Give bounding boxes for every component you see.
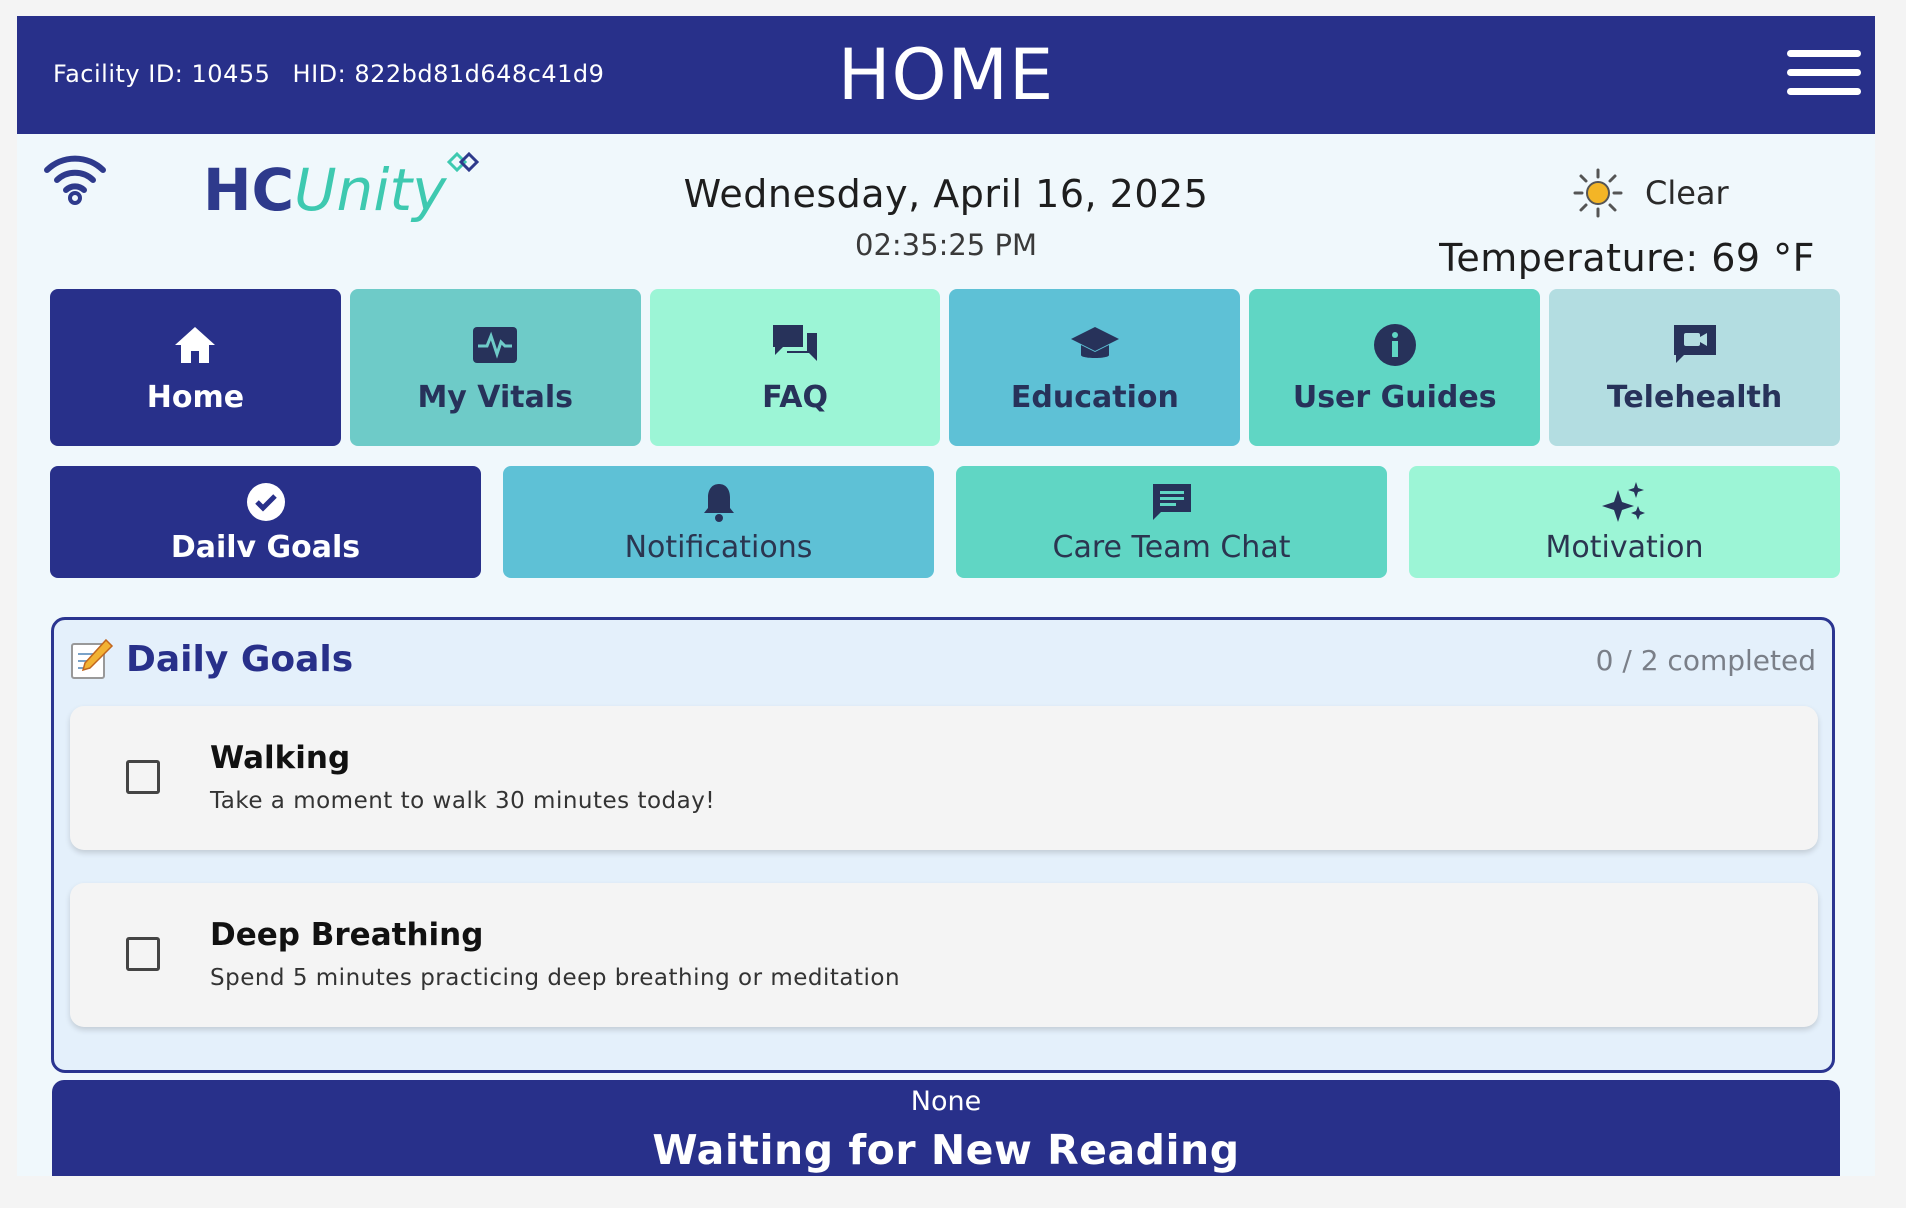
telehealth-icon	[1673, 325, 1716, 363]
goal-title: Deep Breathing	[210, 917, 484, 953]
goal-description: Spend 5 minutes practicing deep breathin…	[210, 965, 901, 991]
goal-card: Deep Breathing Spend 5 minutes practicin…	[70, 883, 1818, 1027]
info-icon	[1373, 324, 1416, 366]
nav-user-guides[interactable]: User Guides	[1249, 289, 1541, 446]
nav-user-guides-label: User Guides	[1292, 380, 1497, 415]
goal-card: Walking Take a moment to walk 30 minutes…	[70, 706, 1818, 850]
secondary-nav: Dailv Goals Notifications Care Team Chat…	[50, 466, 1840, 578]
weather-status: Clear	[1573, 168, 1729, 218]
nav-daily-goals[interactable]: Dailv Goals	[50, 466, 481, 578]
nav-motivation[interactable]: Motivation	[1409, 466, 1840, 578]
weather-condition: Clear	[1645, 174, 1729, 212]
nav-notifications-label: Notifications	[624, 529, 813, 565]
header-bar: Facility ID: 10455 HID: 822bd81d648c41d9…	[17, 16, 1875, 134]
nav-notifications[interactable]: Notifications	[503, 466, 934, 578]
daily-goals-panel: Daily Goals 0 / 2 completed Walking Take…	[51, 617, 1835, 1073]
nav-education[interactable]: Education	[949, 289, 1241, 446]
nav-daily-goals-label: Dailv Goals	[170, 529, 361, 565]
app-window: Facility ID: 10455 HID: 822bd81d648c41d9…	[17, 16, 1875, 1176]
goal-description: Take a moment to walk 30 minutes today!	[210, 788, 716, 814]
nav-my-vitals-label: My Vitals	[417, 380, 574, 415]
reading-label: None	[910, 1086, 982, 1117]
nav-care-team-chat[interactable]: Care Team Chat	[956, 466, 1387, 578]
daily-goals-title: Daily Goals	[126, 638, 354, 680]
education-icon	[1070, 327, 1119, 358]
goal-checkbox[interactable]	[126, 937, 160, 971]
daily-goals-header: Daily Goals	[70, 638, 353, 680]
check-circle-icon	[246, 482, 285, 521]
menu-button[interactable]	[1787, 50, 1861, 104]
faq-icon	[773, 325, 818, 361]
nav-telehealth-label: Telehealth	[1606, 380, 1783, 415]
bell-icon	[703, 483, 734, 522]
reading-status-banner: None Waiting for New Reading	[52, 1080, 1840, 1176]
nav-motivation-label: Motivation	[1545, 529, 1704, 565]
nav-my-vitals[interactable]: My Vitals	[349, 289, 641, 446]
vitals-icon	[473, 327, 518, 363]
nav-education-label: Education	[1010, 380, 1179, 415]
page-title: HOME	[837, 34, 1055, 116]
nav-faq-label: FAQ	[762, 380, 828, 415]
home-icon	[175, 327, 216, 363]
nav-faq[interactable]: FAQ	[649, 289, 941, 446]
nav-home[interactable]: Home	[50, 289, 341, 446]
memo-icon	[71, 638, 114, 679]
goal-checkbox[interactable]	[126, 760, 160, 794]
nav-care-team-chat-label: Care Team Chat	[1052, 529, 1291, 565]
temperature: Temperature: 69 °F	[1439, 236, 1815, 280]
goals-progress: 0 / 2 completed	[1595, 644, 1816, 677]
nav-telehealth[interactable]: Telehealth	[1549, 289, 1840, 446]
sparkle-icon	[1601, 481, 1645, 522]
reading-status: Waiting for New Reading	[652, 1126, 1240, 1174]
hamburger-menu-icon	[1787, 50, 1861, 57]
goal-title: Walking	[210, 740, 351, 776]
chat-icon	[1152, 483, 1191, 520]
primary-nav: Home My Vitals FAQ Education User Guides…	[50, 289, 1840, 446]
nav-home-label: Home	[146, 380, 245, 415]
sun-icon	[1573, 168, 1623, 218]
